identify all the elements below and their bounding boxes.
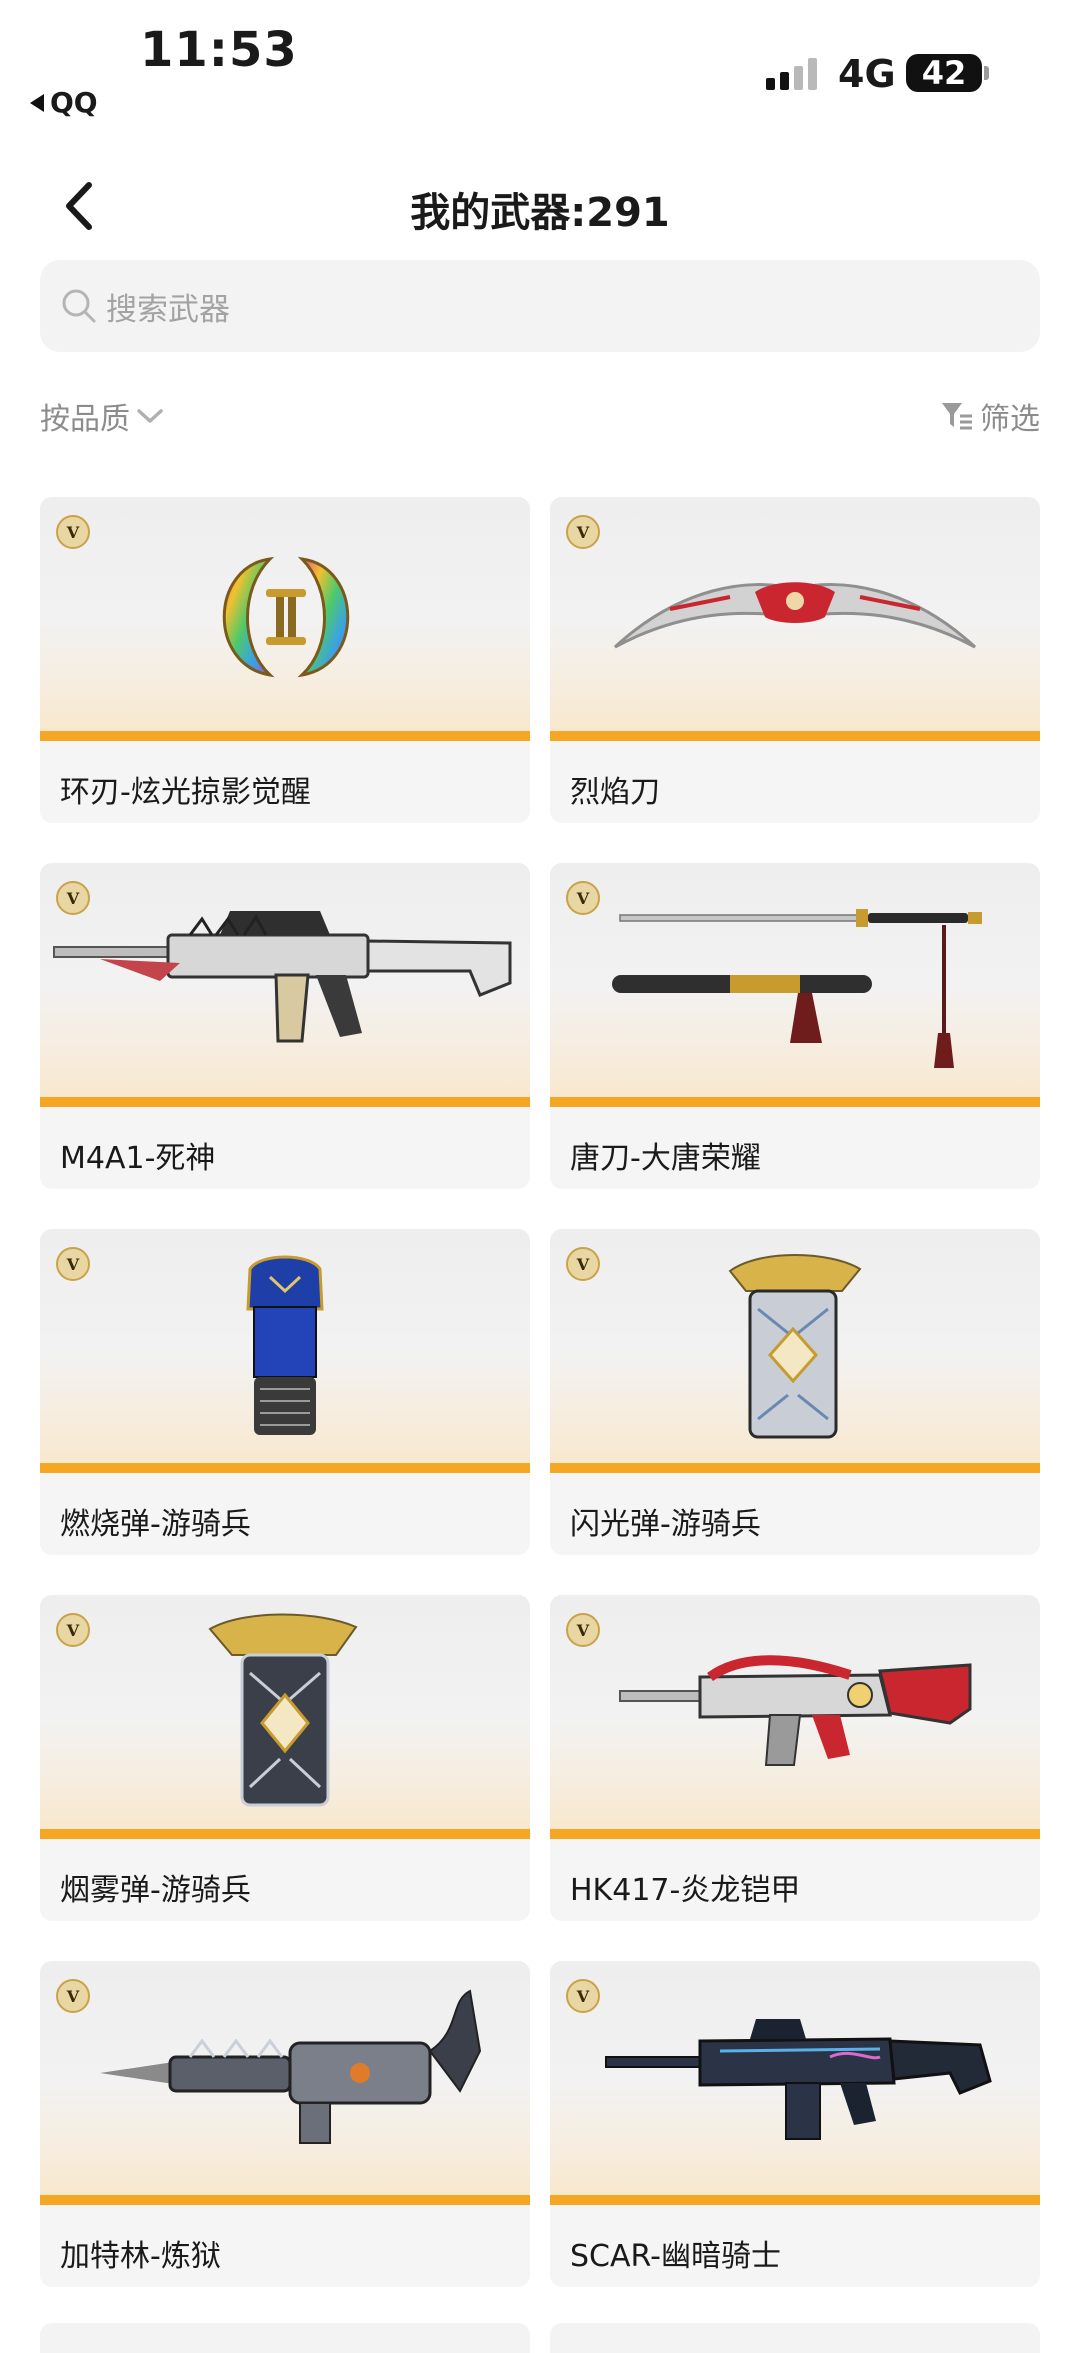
network-type: 4G xyxy=(838,52,896,96)
page-header: 我的武器:291 xyxy=(0,160,1080,250)
weapon-name: 烈焰刀 xyxy=(570,775,660,810)
sort-by-quality-dropdown[interactable]: 按品质 xyxy=(40,394,164,438)
weapon-name: 环刃-炫光掠影觉醒 xyxy=(60,775,311,810)
next-row-partial xyxy=(40,2323,1040,2353)
weapon-name: SCAR-幽暗骑士 xyxy=(570,2239,781,2274)
vip-badge: V xyxy=(56,1247,90,1281)
status-time: 11:53 xyxy=(140,22,298,78)
katana-icon xyxy=(612,909,982,1068)
filter-row: 按品质 筛选 xyxy=(40,394,1040,442)
ring-blade-icon xyxy=(222,556,350,678)
vip-badge: V xyxy=(56,515,90,549)
battery-level: 42 xyxy=(921,54,967,92)
vip-badge: V xyxy=(56,881,90,915)
weapon-image-area: V xyxy=(550,1961,1040,2205)
page-title: 我的武器:291 xyxy=(410,190,670,236)
weapon-card[interactable]: V 唐刀-大唐荣耀 xyxy=(550,863,1040,1189)
grenade-icon xyxy=(728,1254,862,1439)
rifle-icon xyxy=(53,911,512,1043)
vip-badge: V xyxy=(566,1613,600,1647)
weapon-name: 唐刀-大唐荣耀 xyxy=(570,1141,761,1176)
weapon-card[interactable]: V HK417-炎龙铠甲 xyxy=(550,1595,1040,1921)
vip-badge: V xyxy=(566,1247,600,1281)
weapon-card[interactable]: V 闪光弹-游骑兵 xyxy=(550,1229,1040,1555)
back-to-app-link[interactable]: QQ xyxy=(30,86,98,119)
weapon-name: 加特林-炼狱 xyxy=(60,2239,221,2274)
battery-icon: 42 xyxy=(906,54,982,92)
weapon-name: M4A1-死神 xyxy=(60,1141,216,1176)
chevron-down-icon xyxy=(137,409,163,423)
weapon-card-partial[interactable] xyxy=(550,2323,1040,2353)
weapon-image-area: V xyxy=(550,1595,1040,1839)
vip-badge: V xyxy=(566,1979,600,2013)
weapon-name: 烟雾弹-游骑兵 xyxy=(60,1873,251,1908)
rifle-icon xyxy=(605,2019,992,2140)
filter-button[interactable]: 筛选 xyxy=(940,394,1040,438)
status-bar: 11:53 QQ 4G 42 xyxy=(0,0,1080,130)
weapon-grid: V 环刃-炫光掠影觉醒 V 烈焰刀 V M4A1-死神 V 唐刀-大唐荣耀 V … xyxy=(40,497,1040,2287)
search-icon xyxy=(60,287,98,325)
sort-label: 按品质 xyxy=(40,402,130,437)
weapon-card-partial[interactable] xyxy=(40,2323,530,2353)
weapon-name: 闪光弹-游骑兵 xyxy=(570,1507,761,1542)
battery-tip xyxy=(984,66,989,80)
back-app-label: QQ xyxy=(50,86,98,119)
weapon-image-area: V xyxy=(40,1229,530,1473)
cellular-signal-icon xyxy=(766,56,817,90)
grenade-icon xyxy=(208,1613,358,1807)
weapon-card[interactable]: V M4A1-死神 xyxy=(40,863,530,1189)
weapon-image-area: V xyxy=(40,1595,530,1839)
filter-label: 筛选 xyxy=(980,402,1040,437)
weapon-image-area: V xyxy=(550,1229,1040,1473)
weapon-image-area: V xyxy=(40,1961,530,2205)
weapon-image-area: V xyxy=(40,497,530,741)
weapon-card[interactable]: V 烈焰刀 xyxy=(550,497,1040,823)
search-input[interactable]: 搜索武器 xyxy=(40,260,1040,352)
weapon-card[interactable]: V 加特林-炼狱 xyxy=(40,1961,530,2287)
weapon-name: HK417-炎龙铠甲 xyxy=(570,1873,801,1908)
grenade-icon xyxy=(246,1255,324,1435)
vip-badge: V xyxy=(566,515,600,549)
weapon-card[interactable]: V 燃烧弹-游骑兵 xyxy=(40,1229,530,1555)
search-placeholder: 搜索武器 xyxy=(106,291,230,328)
weapon-name: 燃烧弹-游骑兵 xyxy=(60,1507,251,1542)
vip-badge: V xyxy=(566,881,600,915)
weapon-card[interactable]: V SCAR-幽暗骑士 xyxy=(550,1961,1040,2287)
vip-badge: V xyxy=(56,1613,90,1647)
curved-blade-icon xyxy=(613,582,977,649)
weapon-card[interactable]: V 环刃-炫光掠影觉醒 xyxy=(40,497,530,823)
back-triangle-icon xyxy=(30,93,44,112)
weapon-image-area: V xyxy=(550,863,1040,1107)
rifle-icon xyxy=(619,1655,972,1766)
vip-badge: V xyxy=(56,1979,90,2013)
weapon-card[interactable]: V 烟雾弹-游骑兵 xyxy=(40,1595,530,1921)
weapon-image-area: V xyxy=(40,863,530,1107)
weapon-image-area: V xyxy=(550,497,1040,741)
filter-funnel-icon xyxy=(942,403,972,430)
gatling-icon xyxy=(100,1989,482,2144)
